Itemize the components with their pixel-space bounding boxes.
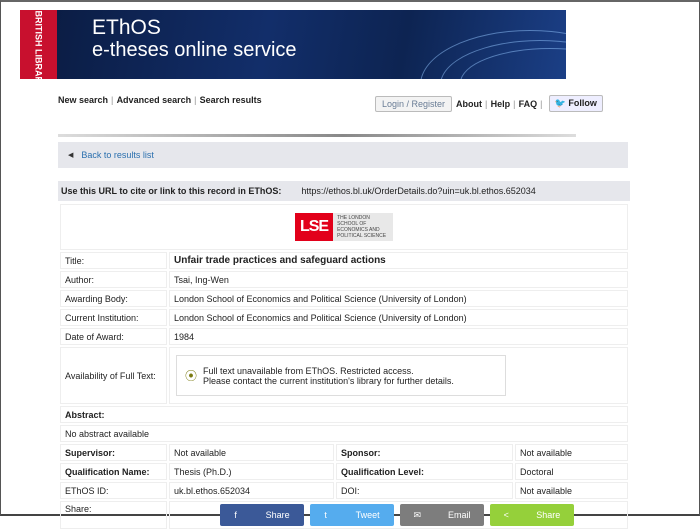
twitter-tweet-button[interactable]: t Tweet bbox=[310, 504, 394, 526]
table-row: EThOS ID: uk.bl.ethos.652034 DOI: Not avail… bbox=[60, 482, 628, 499]
divider bbox=[58, 134, 576, 137]
lse-logo: LSE THE LONDON SCHOOL OF ECONOMICS AND PO… bbox=[294, 213, 394, 241]
banner-title: EThOS bbox=[92, 16, 161, 39]
table-row: Availability of Full Text: ⦿ Full text u… bbox=[60, 347, 628, 404]
generic-share-button[interactable]: < Share bbox=[490, 504, 574, 526]
table-row: Current Institution: London School of Eco… bbox=[60, 309, 628, 326]
back-to-results-link[interactable]: Back to results list bbox=[81, 150, 154, 160]
user-nav: Login / Register About | Help | FAQ | 🐦 Fol… bbox=[375, 95, 603, 112]
lock-icon: ⦿ bbox=[185, 369, 198, 383]
table-row: Qualification Name: Thesis (Ph.D.) Qualifi… bbox=[60, 463, 628, 480]
record-author: Tsai, Ing-Wen bbox=[169, 271, 628, 288]
cite-url[interactable]: https://ethos.bl.uk/OrderDetails.do?uin=… bbox=[301, 186, 535, 196]
record-table: LSE THE LONDON SCHOOL OF ECONOMICS AND PO… bbox=[58, 202, 630, 531]
table-row: Awarding Body: London School of Economics… bbox=[60, 290, 628, 307]
table-row: Share: f Share t Tweet ✉ Email < Share bbox=[60, 501, 628, 529]
facebook-share-button[interactable]: f Share bbox=[220, 504, 304, 526]
table-row: Abstract: bbox=[60, 406, 628, 423]
table-row: Supervisor: Not available Sponsor: Not avai… bbox=[60, 444, 628, 461]
facebook-icon: f bbox=[234, 510, 237, 520]
share-icon: < bbox=[503, 510, 509, 520]
triangle-left-icon: ◀ bbox=[68, 152, 74, 159]
nav-about[interactable]: About bbox=[456, 99, 482, 109]
table-row: No abstract available bbox=[60, 425, 628, 442]
cite-url-bar: Use this URL to cite or link to this rec… bbox=[58, 181, 630, 201]
email-share-button[interactable]: ✉ Email bbox=[400, 504, 484, 526]
main-nav: New search | Advanced search | Search resu… bbox=[58, 95, 262, 105]
twitter-icon: 🐦 bbox=[554, 98, 566, 108]
cite-url-label: Use this URL to cite or link to this rec… bbox=[61, 186, 282, 196]
nav-advanced-search[interactable]: Advanced search bbox=[117, 95, 192, 105]
back-bar: ◀ Back to results list bbox=[58, 142, 628, 168]
share-buttons: f Share t Tweet ✉ Email < Share bbox=[220, 504, 627, 526]
nav-help[interactable]: Help bbox=[491, 99, 511, 109]
table-row: Author: Tsai, Ing-Wen bbox=[60, 271, 628, 288]
ethos-banner[interactable]: BRITISH LIBRARY EThOS e-theses online se… bbox=[20, 10, 566, 79]
british-library-logo[interactable]: BRITISH LIBRARY bbox=[20, 10, 57, 79]
nav-new-search[interactable]: New search bbox=[58, 95, 108, 105]
envelope-icon: ✉ bbox=[413, 509, 422, 520]
availability-box: ⦿ Full text unavailable from EThOS. Rest… bbox=[176, 355, 506, 396]
twitter-follow-button[interactable]: 🐦 Follow bbox=[548, 95, 603, 112]
nav-faq[interactable]: FAQ bbox=[519, 99, 538, 109]
table-row: Title: Unfair trade practices and safegua… bbox=[60, 252, 628, 269]
banner-subtitle: e-theses online service bbox=[92, 39, 297, 61]
record-title: Unfair trade practices and safeguard act… bbox=[169, 252, 628, 269]
table-row: Date of Award: 1984 bbox=[60, 328, 628, 345]
twitter-icon: t bbox=[324, 510, 327, 520]
login-register-button[interactable]: Login / Register bbox=[375, 95, 453, 112]
abstract: No abstract available bbox=[60, 425, 628, 442]
nav-search-results[interactable]: Search results bbox=[200, 95, 262, 105]
